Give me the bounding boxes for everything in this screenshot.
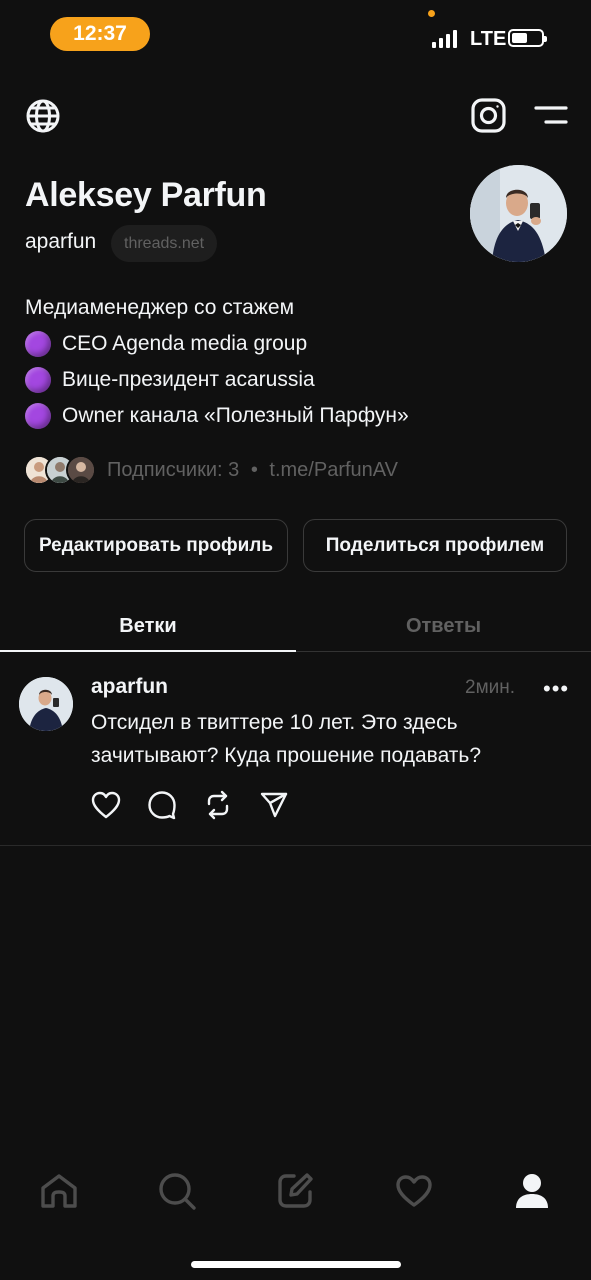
post-avatar[interactable] [19,677,73,731]
share-profile-button[interactable]: Поделиться профилем [303,519,567,572]
post-divider [0,845,591,846]
bio-line: Owner канала «Полезный Парфун» [25,398,409,434]
status-time: 12:37 [50,17,150,51]
globe-icon[interactable] [24,97,61,134]
more-options-icon[interactable]: ••• [543,676,569,702]
edit-profile-button[interactable]: Редактировать профиль [24,519,288,572]
post-text: Отсидел в твиттере 10 лет. Это здесь зач… [91,711,482,767]
instagram-icon[interactable] [470,97,507,134]
followers-row[interactable]: Подписчики: 3 • t.me/ParfunAV [24,455,398,485]
search-icon[interactable] [156,1170,198,1212]
privacy-indicator [428,10,435,17]
purple-circle-icon [25,331,51,357]
bio-text: Вице-президент acarussia [62,368,315,391]
bio-text: CEO Agenda media group [62,332,308,355]
followers-info: Подписчики: 3 • t.me/ParfunAV [107,459,398,482]
comment-icon[interactable] [146,789,178,821]
share-icon[interactable] [258,789,290,821]
active-tab-indicator [0,650,296,652]
bio-line: Вице-президент acarussia [25,362,409,398]
heart-icon[interactable] [90,789,122,821]
post-timestamp: 2мин. [465,677,516,698]
menu-icon[interactable] [533,103,569,127]
purple-circle-icon [25,367,51,393]
home-indicator[interactable] [191,1261,401,1268]
separator: • [250,458,258,481]
signal-icon [432,30,457,48]
domain-badge[interactable]: threads.net [111,225,218,262]
network-label: LTE [470,28,507,50]
profile-name: Aleksey Parfun [25,176,267,214]
post-username[interactable]: aparfun [91,675,168,699]
compose-icon[interactable] [274,1170,316,1212]
followers-count[interactable]: Подписчики: 3 [107,459,239,481]
profile-bio: Медиаменеджер со стажем CEO Agenda media… [25,290,409,434]
post-actions [90,789,290,821]
avatar[interactable] [470,165,567,262]
tab-replies[interactable]: Ответы [296,600,591,652]
profile-handle: aparfun [25,230,97,253]
tab-threads[interactable]: Ветки [0,600,296,652]
purple-circle-icon [25,403,51,429]
home-icon[interactable] [38,1170,80,1212]
battery-icon [508,29,547,47]
bio-line: Медиаменеджер со стажем [25,296,295,319]
follower-avatar [66,455,96,485]
bio-line: CEO Agenda media group [25,326,409,362]
profile-icon[interactable] [511,1170,553,1212]
profile-link[interactable]: t.me/ParfunAV [269,459,398,481]
activity-icon[interactable] [393,1170,435,1212]
bio-text: Owner канала «Полезный Парфун» [62,404,409,427]
repost-icon[interactable] [202,789,234,821]
